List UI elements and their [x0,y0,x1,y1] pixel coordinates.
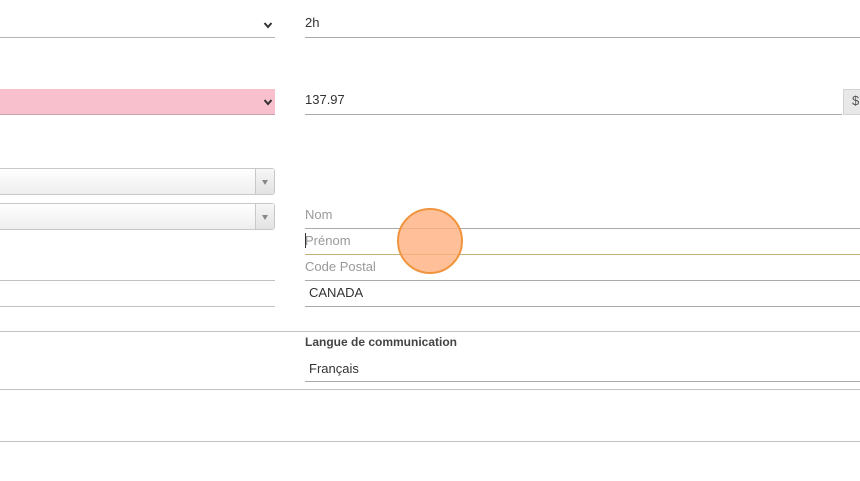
language-label: Langue de communication [305,335,860,351]
chevron-down-icon [263,21,273,29]
divider [0,389,860,390]
divider [0,441,860,442]
triangle-down-icon [262,215,268,220]
left-field-underline [0,306,275,307]
prenom-placeholder: Prénom [305,233,351,248]
nom-placeholder: Nom [305,207,333,222]
language-select[interactable]: Français [305,360,860,382]
nom-input[interactable]: Nom [305,206,860,229]
country-select[interactable]: CANADA [305,284,860,307]
code-postal-placeholder: Code Postal [305,259,376,274]
combobox-toggle[interactable] [255,169,274,194]
left-combobox-1[interactable] [0,168,275,195]
chevron-down-icon [263,98,273,106]
amount-field[interactable]: 137.97 [305,91,842,115]
code-postal-input[interactable]: Code Postal [305,258,860,281]
prenom-input[interactable]: Prénom [305,232,860,255]
form-page: 2h 137.97 $ Nom Prénom Code Postal CANAD… [0,0,860,481]
left-field-underline [0,280,275,281]
left-select-top[interactable] [0,12,275,38]
left-select-invalid[interactable] [0,89,275,115]
currency-addon: $ [843,89,860,115]
divider [0,331,860,332]
duration-field[interactable]: 2h [305,14,860,38]
currency-symbol: $ [852,93,860,108]
touch-indicator [397,208,463,274]
amount-value: 137.97 [305,92,345,107]
country-value: CANADA [309,285,364,300]
combobox-toggle[interactable] [255,204,274,229]
text-caret [305,233,306,248]
left-combobox-2[interactable] [0,203,275,230]
language-label-text: Langue de communication [305,335,458,349]
language-value: Français [309,361,359,376]
triangle-down-icon [262,180,268,185]
duration-value: 2h [305,15,320,30]
